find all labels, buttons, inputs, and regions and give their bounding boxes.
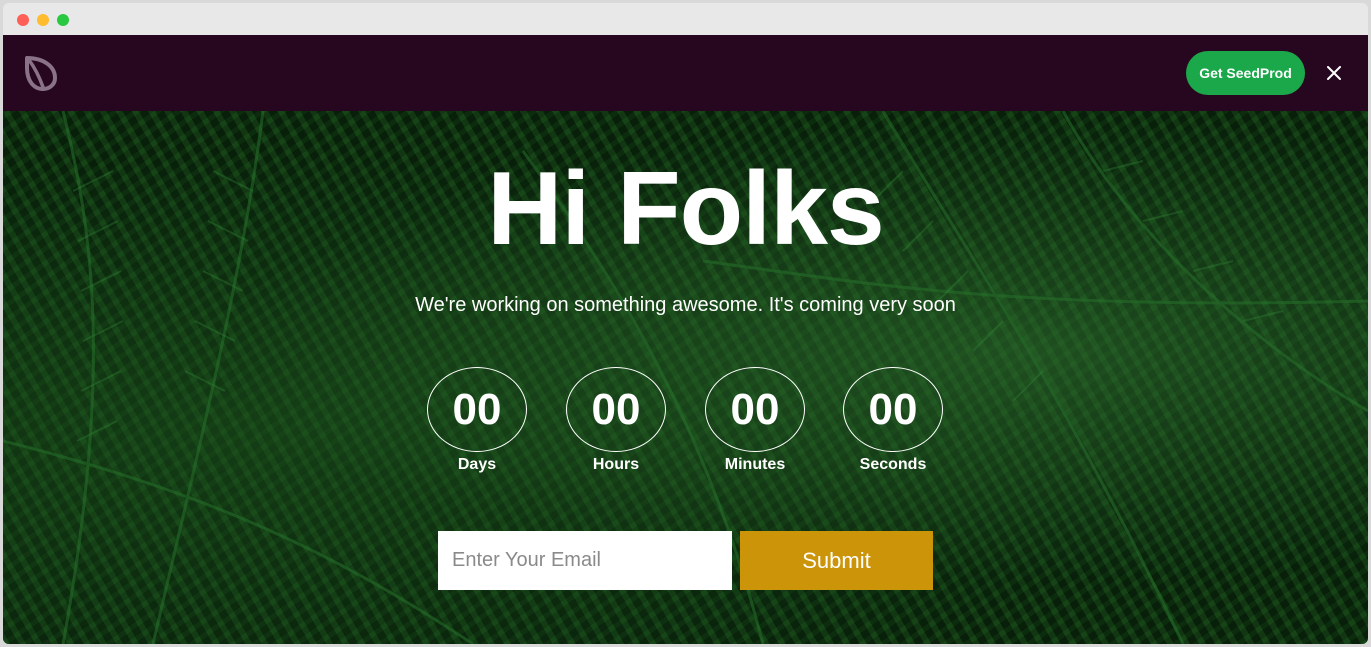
countdown-seconds-label: Seconds bbox=[859, 456, 927, 473]
countdown-seconds-value: 00 bbox=[843, 367, 943, 452]
page-headline: Hi Folks bbox=[487, 151, 885, 267]
preview-topbar: Get SeedProd bbox=[3, 35, 1368, 111]
countdown-hours-label: Hours bbox=[592, 456, 640, 473]
countdown-minutes-label: Minutes bbox=[724, 456, 786, 473]
countdown-minutes-value: 00 bbox=[705, 367, 805, 452]
browser-window: Get SeedProd Hi Folks We're working on s… bbox=[3, 3, 1368, 644]
countdown-minutes: 00 Minutes bbox=[700, 367, 810, 474]
seedprod-leaf-icon bbox=[23, 54, 59, 92]
countdown-days-label: Days bbox=[457, 456, 497, 473]
countdown-days-value: 00 bbox=[427, 367, 527, 452]
page-subtitle: We're working on something awesome. It's… bbox=[415, 294, 956, 316]
window-titlebar bbox=[3, 3, 1368, 35]
email-input[interactable] bbox=[438, 531, 732, 590]
get-seedprod-button[interactable]: Get SeedProd bbox=[1186, 51, 1305, 95]
countdown-hours-value: 00 bbox=[566, 367, 666, 452]
window-minimize-dot[interactable] bbox=[37, 14, 49, 26]
countdown-hours: 00 Hours bbox=[561, 367, 671, 474]
countdown-seconds: 00 Seconds bbox=[838, 367, 948, 474]
countdown-days: 00 Days bbox=[422, 367, 532, 474]
hero-section: Hi Folks We're working on something awes… bbox=[3, 111, 1368, 644]
window-zoom-dot[interactable] bbox=[57, 14, 69, 26]
submit-button[interactable]: Submit bbox=[740, 531, 933, 590]
countdown-timer: 00 Days 00 Hours 00 Minutes 00 Seconds bbox=[3, 367, 1368, 477]
window-close-dot[interactable] bbox=[17, 14, 29, 26]
close-icon[interactable] bbox=[1323, 62, 1345, 84]
